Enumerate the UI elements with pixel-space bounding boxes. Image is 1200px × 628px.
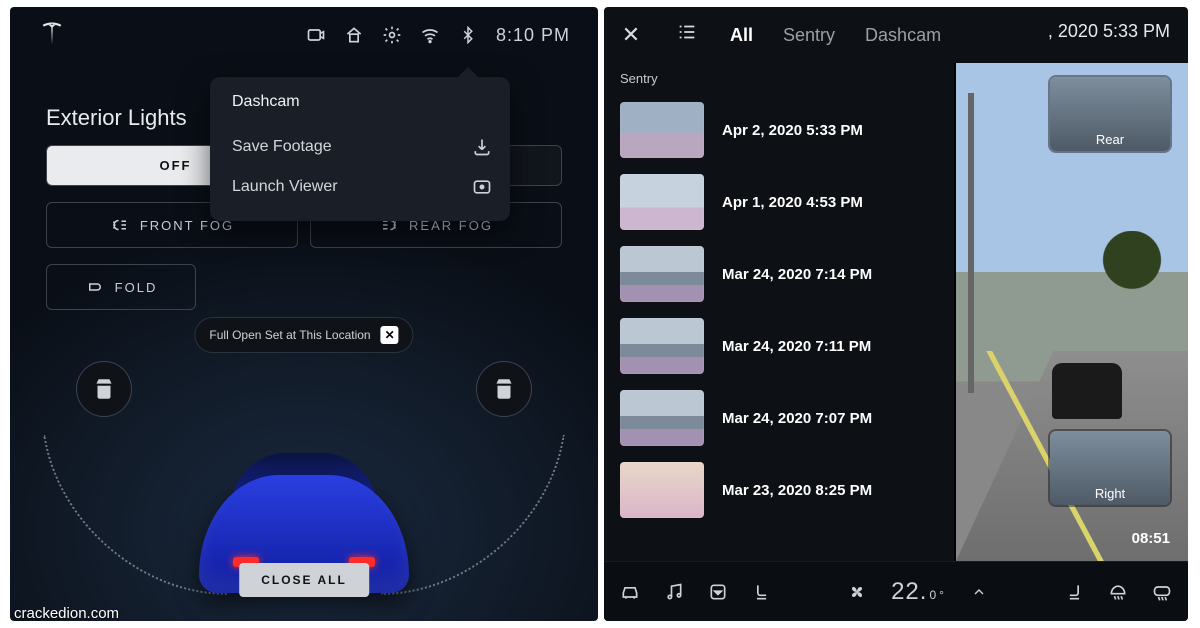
clip-item[interactable]: Mar 23, 2020 8:25 PM [614,454,954,526]
seat-left-icon[interactable] [752,582,772,602]
fan-icon[interactable] [847,582,867,602]
tab-dashcam[interactable]: Dashcam [865,25,941,46]
clip-item[interactable]: Apr 2, 2020 5:33 PM [614,94,954,166]
cabin-temp[interactable]: 22.0° [891,578,945,606]
clip-thumbnail [620,318,704,374]
tesla-logo-icon [38,19,66,52]
tab-all[interactable]: All [730,25,753,46]
mirror-icon [85,277,105,297]
bluetooth-icon[interactable] [458,25,478,45]
clip-item[interactable]: Mar 24, 2020 7:14 PM [614,238,954,310]
seat-right-icon[interactable] [1064,582,1084,602]
homelink-icon[interactable] [344,25,364,45]
clip-timestamp: Apr 1, 2020 4:53 PM [722,194,863,211]
save-footage-row[interactable]: Save Footage [232,127,492,167]
charge-port-right[interactable] [476,361,532,417]
launch-viewer-label: Launch Viewer [232,178,338,196]
clip-item[interactable]: Apr 1, 2020 4:53 PM [614,166,954,238]
clip-timestamp: Mar 24, 2020 7:07 PM [722,410,872,427]
controls-screen: 8:10 PM Dashcam Save Footage Launch View… [10,7,598,621]
chevron-up-icon[interactable] [969,582,989,602]
temp-decimal: 0 [929,588,937,602]
wifi-icon[interactable] [420,25,440,45]
temp-value: 22. [891,578,927,606]
clip-thumbnail [620,246,704,302]
clip-thumbnail [620,102,704,158]
viewer-icon [472,177,492,197]
list-view-icon[interactable] [674,21,700,49]
defrost-rear-icon[interactable] [1152,582,1172,602]
clip-item[interactable]: Mar 24, 2020 7:11 PM [614,310,954,382]
close-all-button[interactable]: CLOSE ALL [239,563,369,597]
front-fog-icon [110,215,130,235]
dashcam-viewer-screen: , 2020 5:33 PM ✕ All Sentry Dashcam Sent… [604,7,1188,621]
clip-thumbnail [620,174,704,230]
chip-label: Full Open Set at This Location [209,328,370,342]
clip-thumbnail [620,390,704,446]
pip-right-label: Right [1095,486,1125,501]
clip-timestamp: Mar 24, 2020 7:14 PM [722,266,872,283]
pip-rear-label: Rear [1096,132,1124,147]
defrost-front-icon[interactable] [1108,582,1128,602]
clip-item[interactable]: Mar 24, 2020 7:07 PM [614,382,954,454]
vehicle-visual: CLOSE ALL [10,341,598,621]
video-player[interactable]: Rear Right 08:51 [954,63,1188,561]
clip-timestamp: Mar 24, 2020 7:11 PM [722,338,871,355]
scene-tree [1100,231,1164,295]
status-tray: 8:10 PM [306,25,570,46]
save-footage-label: Save Footage [232,138,332,156]
popover-title: Dashcam [232,93,492,111]
fold-label: FOLD [115,280,158,295]
settings-gear-icon[interactable] [382,25,402,45]
download-icon [472,137,492,157]
clip-timestamp: Mar 23, 2020 8:25 PM [722,482,872,499]
fold-mirrors-button[interactable]: FOLD [46,264,196,310]
clip-list[interactable]: Sentry Apr 2, 2020 5:33 PM Apr 1, 2020 4… [604,63,954,561]
clip-list-label: Sentry [614,67,954,94]
car-icon[interactable] [620,582,640,602]
pip-right-camera[interactable]: Right [1050,431,1170,505]
tab-sentry[interactable]: Sentry [783,25,835,46]
close-viewer-button[interactable]: ✕ [618,22,644,48]
clip-thumbnail [620,462,704,518]
music-icon[interactable] [664,582,684,602]
dashcam-status-icon[interactable] [306,25,326,45]
scene-vehicle [1052,363,1122,419]
clock: 8:10 PM [496,25,570,46]
bottom-dock: 22.0° [604,561,1188,621]
status-bar: 8:10 PM [10,7,598,55]
pip-rear-camera[interactable]: Rear [1050,77,1170,151]
scene-pole [968,93,974,393]
watermark: crackedion.com [14,605,119,622]
charge-port-left[interactable] [76,361,132,417]
dashcam-popover: Dashcam Save Footage Launch Viewer [210,77,510,221]
elapsed-time: 08:51 [1132,530,1170,547]
app-launcher-icon[interactable] [708,582,728,602]
playback-timestamp: , 2020 5:33 PM [1048,21,1170,42]
launch-viewer-row[interactable]: Launch Viewer [232,167,492,207]
clip-timestamp: Apr 2, 2020 5:33 PM [722,122,863,139]
